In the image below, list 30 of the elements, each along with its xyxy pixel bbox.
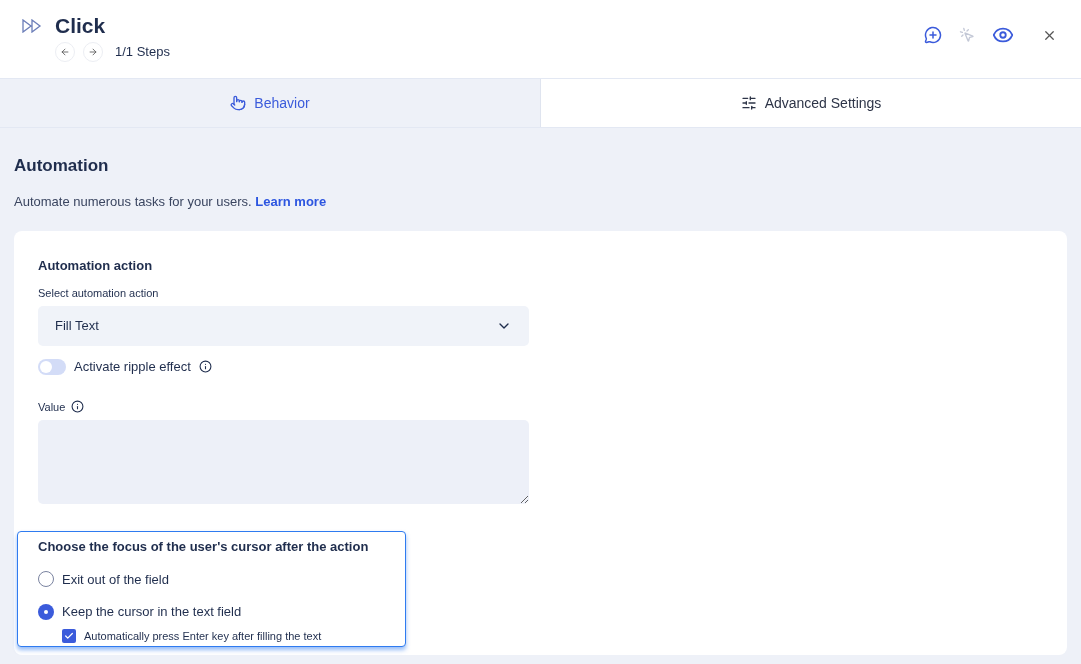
radio-option[interactable]: Exit out of the field — [38, 569, 405, 589]
hand-pointer-icon — [230, 95, 247, 111]
fast-forward-icon — [22, 19, 42, 33]
cursor-click-button[interactable] — [957, 25, 977, 45]
section-description: Automate numerous tasks for your users. Learn more — [14, 192, 328, 211]
card-title: Automation action — [38, 257, 154, 275]
tab[interactable]: Advanced Settings — [541, 79, 1081, 127]
chat-plus-icon — [924, 26, 942, 44]
enter-key-checkbox[interactable]: Automatically press Enter key after filling the text — [62, 627, 405, 644]
section-title: Automation — [14, 155, 110, 177]
sliders-icon — [740, 95, 757, 111]
preview-eye-button[interactable] — [991, 25, 1015, 45]
ripple-label: Activate ripple effect — [74, 358, 191, 376]
value-label: Value — [38, 399, 66, 415]
checkmark-icon — [64, 630, 74, 641]
cursor-click-icon — [959, 27, 975, 43]
automation-action-dropdown[interactable]: Fill Text — [38, 306, 529, 346]
select-label: Select automation action — [38, 285, 160, 301]
focus-title: Choose the focus of the user's cursor after the action — [38, 538, 370, 556]
ripple-toggle[interactable] — [38, 358, 66, 375]
radio-option[interactable]: Keep the cursor in the text field — [38, 602, 405, 622]
value-input-field[interactable] — [38, 420, 529, 504]
info-icon — [198, 360, 212, 374]
step-title: Click — [55, 13, 107, 39]
info-icon — [71, 400, 85, 414]
arrow-left-icon — [60, 47, 70, 57]
step-counter: 1/1 Steps — [115, 43, 170, 62]
learn-more-link[interactable]: Learn more — [255, 193, 327, 209]
arrow-right-icon — [88, 47, 98, 57]
add-comment-button[interactable] — [923, 25, 943, 45]
